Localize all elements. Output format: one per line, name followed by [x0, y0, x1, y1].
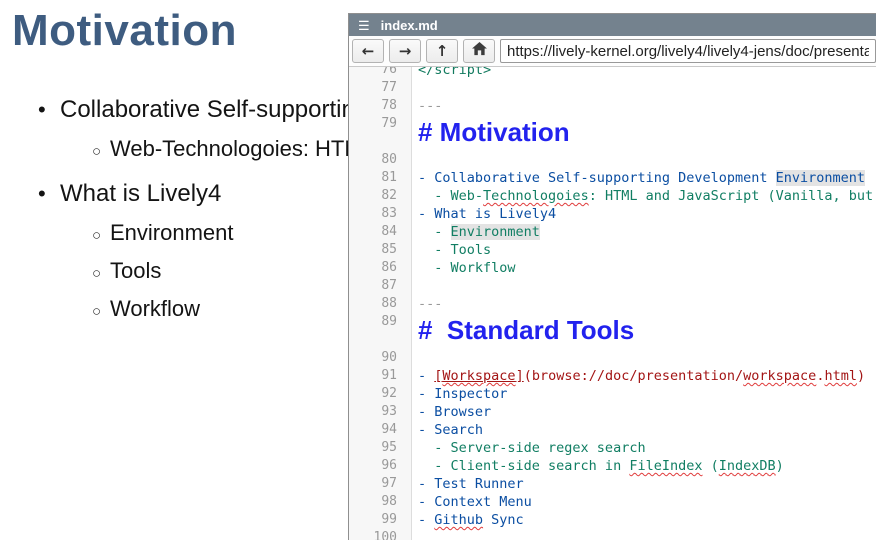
line-number: 88: [349, 295, 411, 313]
line-number: 83: [349, 205, 411, 223]
code-line[interactable]: 91- [Workspace](browse://doc/presentatio…: [349, 367, 876, 385]
bullet-text: Workflow: [110, 296, 200, 322]
line-number: 86: [349, 259, 411, 277]
line-text: - Tools: [411, 241, 491, 259]
line-number: 76: [349, 67, 411, 79]
code-line[interactable]: 95 - Server-side regex search: [349, 439, 876, 457]
line-text: </script>: [411, 67, 491, 79]
line-number: 94: [349, 421, 411, 439]
line-text: - Context Menu: [411, 493, 532, 511]
code-line[interactable]: 97- Test Runner: [349, 475, 876, 493]
line-text: - What is Lively4: [411, 205, 556, 223]
hamburger-menu-icon[interactable]: ☰: [358, 19, 370, 32]
line-text: ---: [411, 97, 442, 115]
window-title: index.md: [381, 18, 438, 33]
code-line[interactable]: 92- Inspector: [349, 385, 876, 403]
line-number: 98: [349, 493, 411, 511]
line-text: ---: [411, 295, 442, 313]
code-line[interactable]: 100: [349, 529, 876, 540]
line-text: - Collaborative Self-supporting Developm…: [411, 169, 865, 187]
window-titlebar[interactable]: ☰ index.md: [349, 14, 876, 36]
code-lines: 76</script>7778---79# Motivation8081- Co…: [349, 67, 876, 540]
code-line[interactable]: 94- Search: [349, 421, 876, 439]
bullet-text: What is Lively4: [60, 180, 221, 208]
code-line[interactable]: 87: [349, 277, 876, 295]
line-number: 85: [349, 241, 411, 259]
code-line[interactable]: 78---: [349, 97, 876, 115]
line-number: 91: [349, 367, 411, 385]
line-text: - Search: [411, 421, 483, 439]
line-text: - Github Sync: [411, 511, 524, 529]
slide-title: Motivation: [12, 6, 237, 56]
back-arrow-icon: ←: [362, 42, 375, 60]
bullet-marker-icon: •: [38, 181, 60, 207]
bullet-marker-icon: ○: [92, 227, 110, 244]
url-input[interactable]: [500, 39, 876, 63]
line-number: 80: [349, 151, 411, 169]
line-number: 78: [349, 97, 411, 115]
line-text: - Client-side search in FileIndex (Index…: [411, 457, 784, 475]
line-number: 99: [349, 511, 411, 529]
navigation-toolbar: ← → ↑: [349, 36, 876, 67]
bullet-marker-icon: ○: [92, 143, 110, 160]
line-number: 79: [349, 115, 411, 133]
line-number: 89: [349, 313, 411, 331]
line-text: - Test Runner: [411, 475, 524, 493]
home-icon: [472, 42, 487, 60]
code-line[interactable]: 76</script>: [349, 67, 876, 79]
line-number: 95: [349, 439, 411, 457]
code-line[interactable]: 86 - Workflow: [349, 259, 876, 277]
line-text: - Workflow: [411, 259, 516, 277]
code-line[interactable]: 79# Motivation: [349, 115, 876, 151]
bullet-text: Environment: [110, 220, 234, 246]
line-number: 77: [349, 79, 411, 97]
line-number: 82: [349, 187, 411, 205]
code-line[interactable]: 85 - Tools: [349, 241, 876, 259]
bullet-marker-icon: ○: [92, 265, 110, 282]
code-line[interactable]: 98- Context Menu: [349, 493, 876, 511]
code-line[interactable]: 84 - Environment: [349, 223, 876, 241]
line-number: 96: [349, 457, 411, 475]
home-button[interactable]: [463, 39, 495, 63]
bullet-text: Tools: [110, 258, 161, 284]
line-text: - Inspector: [411, 385, 507, 403]
code-line[interactable]: 93- Browser: [349, 403, 876, 421]
code-line[interactable]: 82 - Web-Technologoies: HTML and JavaScr…: [349, 187, 876, 205]
code-line[interactable]: 99- Github Sync: [349, 511, 876, 529]
line-number: 92: [349, 385, 411, 403]
editor-window: ☰ index.md ← → ↑ 76</script>7778---79# M…: [348, 13, 876, 540]
line-text: # Standard Tools: [411, 313, 634, 352]
code-line[interactable]: 96 - Client-side search in FileIndex (In…: [349, 457, 876, 475]
code-line[interactable]: 81- Collaborative Self-supporting Develo…: [349, 169, 876, 187]
code-line[interactable]: 83- What is Lively4: [349, 205, 876, 223]
line-text: - Environment: [411, 223, 540, 241]
line-number: 84: [349, 223, 411, 241]
bullet-marker-icon: ○: [92, 303, 110, 320]
line-number: 81: [349, 169, 411, 187]
line-text: - [Workspace](browse://doc/presentation/…: [411, 367, 865, 385]
line-text: # Motivation: [411, 115, 570, 154]
code-line[interactable]: 77: [349, 79, 876, 97]
up-button[interactable]: ↑: [426, 39, 458, 63]
line-text: - Server-side regex search: [411, 439, 646, 457]
line-number: 100: [349, 529, 411, 540]
code-line[interactable]: 89# Standard Tools: [349, 313, 876, 349]
line-text: - Browser: [411, 403, 491, 421]
code-editor[interactable]: 76</script>7778---79# Motivation8081- Co…: [349, 67, 876, 540]
line-text: - Web-Technologoies: HTML and JavaScript…: [411, 187, 873, 205]
forward-arrow-icon: →: [399, 42, 412, 60]
forward-button[interactable]: →: [389, 39, 421, 63]
line-number: 93: [349, 403, 411, 421]
back-button[interactable]: ←: [352, 39, 384, 63]
bullet-marker-icon: •: [38, 97, 60, 123]
up-arrow-icon: ↑: [436, 42, 449, 60]
line-number: 90: [349, 349, 411, 367]
line-number: 97: [349, 475, 411, 493]
code-line[interactable]: 88---: [349, 295, 876, 313]
line-number: 87: [349, 277, 411, 295]
